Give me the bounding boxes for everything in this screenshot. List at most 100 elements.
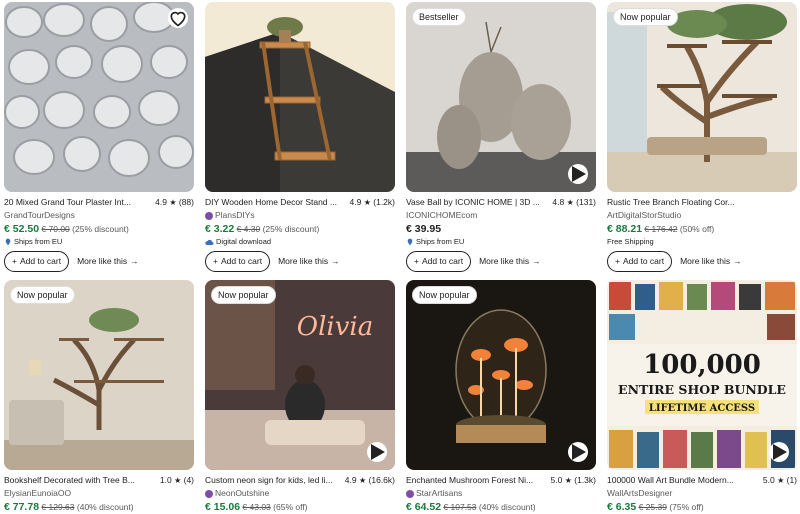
play-video-icon[interactable] xyxy=(769,442,789,462)
sale-price: € 52.50 xyxy=(4,223,40,235)
shop-name[interactable]: PlansDIYs xyxy=(205,209,395,222)
listing-image[interactable]: Bestseller xyxy=(406,2,596,192)
listing-title[interactable]: Vase Ball by ICONIC HOME | 3D ... xyxy=(406,196,540,209)
rating-value: 4.9 xyxy=(344,475,357,485)
arrow-right-icon: → xyxy=(130,256,139,266)
shop-name[interactable]: ElysianEunoiaOO xyxy=(4,487,194,500)
price: € 39.95 xyxy=(406,223,442,235)
plus-icon: + xyxy=(213,256,218,266)
digital-download-text: Digital download xyxy=(216,237,272,246)
sale-price: € 15.06 xyxy=(205,501,241,513)
listing-card[interactable]: DIY Wooden Home Decor Stand ... 4.9 ★ (1… xyxy=(205,2,395,272)
rating: 4.9 ★ (88) xyxy=(155,196,194,209)
shop-name[interactable]: ArtDigitalStorStudio xyxy=(607,209,797,222)
more-like-this-label: More like this xyxy=(680,256,731,266)
sale-price: € 64.52 xyxy=(406,501,442,513)
bestseller-badge: Bestseller xyxy=(412,8,466,26)
listing-title[interactable]: 100000 Wall Art Bundle Modern... xyxy=(607,474,734,487)
rating: 5.0 ★ (1.3k) xyxy=(551,474,596,487)
original-price: € 43.03 xyxy=(242,502,271,512)
shop-name[interactable]: WallArtsDesigner xyxy=(607,487,797,500)
listing-image[interactable]: Olivia Now popular xyxy=(205,280,395,470)
add-to-cart-label: Add to cart xyxy=(19,256,62,266)
add-to-cart-label: Add to cart xyxy=(220,256,263,266)
review-count: (16.6k) xyxy=(368,475,395,485)
review-count: (1.2k) xyxy=(373,197,395,207)
arrow-right-icon: → xyxy=(532,256,541,266)
play-video-icon[interactable] xyxy=(568,442,588,462)
listing-title[interactable]: Enchanted Mushroom Forest Ni... xyxy=(406,474,533,487)
title-row: Bookshelf Decorated with Tree B... 1.0 ★… xyxy=(4,474,194,487)
review-count: (131) xyxy=(576,197,596,207)
listing-title[interactable]: DIY Wooden Home Decor Stand ... xyxy=(205,196,337,209)
shop-name[interactable]: StarArtisans xyxy=(406,487,596,500)
shipping-text: Ships from EU xyxy=(416,237,465,246)
star-seller-icon xyxy=(205,211,213,220)
play-video-icon[interactable] xyxy=(568,164,588,184)
review-count: (4) xyxy=(183,475,194,485)
listing-card[interactable]: 20 Mixed Grand Tour Plaster Int... 4.9 ★… xyxy=(4,2,194,272)
rating: 4.9 ★ (16.6k) xyxy=(345,474,395,487)
add-to-cart-label: Add to cart xyxy=(622,256,665,266)
listing-image[interactable]: Now popular xyxy=(607,2,797,192)
star-icon: ★ xyxy=(566,198,574,207)
original-price: € 129.63 xyxy=(41,502,75,512)
sale-price: € 88.21 xyxy=(607,223,643,235)
listing-image[interactable]: Now popular xyxy=(406,280,596,470)
listing-title[interactable]: Bookshelf Decorated with Tree B... xyxy=(4,474,135,487)
price-row: € 15.06 € 43.03 (65% off) xyxy=(205,500,395,514)
price-row: € 39.95 xyxy=(406,222,596,236)
star-icon: ★ xyxy=(564,476,572,485)
add-to-cart-button[interactable]: + Add to cart xyxy=(607,250,673,272)
listing-card[interactable]: Olivia Now popular Custom neon sign for … xyxy=(205,280,395,514)
star-seller-icon xyxy=(205,489,213,498)
shipping-text: Ships from EU xyxy=(14,237,63,246)
listing-image[interactable]: Now popular xyxy=(4,280,194,470)
rating: 1.0 ★ (4) xyxy=(160,474,194,487)
plus-icon: + xyxy=(615,256,620,266)
more-like-this-link[interactable]: More like this → xyxy=(680,256,742,266)
shop-name[interactable]: GrandTourDesigns xyxy=(4,209,194,222)
shipping-note: Ships from EU xyxy=(406,236,596,248)
listing-card[interactable]: Now popular Rustic Tree Branch Floating … xyxy=(607,2,797,272)
add-to-cart-button[interactable]: + Add to cart xyxy=(406,250,472,272)
digital-download-note: Digital download xyxy=(205,236,395,248)
discount-label: (65% off) xyxy=(273,502,308,512)
more-like-this-link[interactable]: More like this → xyxy=(278,256,340,266)
listing-image[interactable] xyxy=(205,2,395,192)
play-video-icon[interactable] xyxy=(367,442,387,462)
rating-value: 1.0 xyxy=(159,475,172,485)
wooden-stand-image xyxy=(205,2,395,192)
plus-icon: + xyxy=(12,256,17,266)
listing-card[interactable]: Bestseller Vase Ball by ICONIC HOME | 3D… xyxy=(406,2,596,272)
listing-title[interactable]: Rustic Tree Branch Floating Cor... xyxy=(607,196,735,209)
shipping-note: Ships from EU xyxy=(4,236,194,248)
bookshelf-tree-image xyxy=(4,280,194,470)
card-actions: + Add to cart More like this → xyxy=(205,250,395,272)
free-shipping-note: Free Shipping xyxy=(607,237,654,246)
review-count: (1.3k) xyxy=(574,475,596,485)
add-to-cart-button[interactable]: + Add to cart xyxy=(205,250,271,272)
favorite-heart-icon[interactable] xyxy=(168,8,188,28)
add-to-cart-button[interactable]: + Add to cart xyxy=(4,250,70,272)
card-actions: + Add to cart More like this → xyxy=(406,250,596,272)
listing-image[interactable]: 100,000 ENTIRE SHOP BUNDLE LIFETIME ACCE… xyxy=(607,280,797,470)
more-like-this-link[interactable]: More like this → xyxy=(77,256,139,266)
listing-title[interactable]: Custom neon sign for kids, led li... xyxy=(205,474,333,487)
listing-card[interactable]: Now popular Bookshelf Decorated with Tre… xyxy=(4,280,194,514)
bundle-headline: 100,000 xyxy=(643,350,761,380)
rating-value: 5.0 xyxy=(762,475,775,485)
price-row: € 52.50 € 70.00 (25% discount) xyxy=(4,222,194,236)
tree-bookshelf-image xyxy=(607,2,797,192)
shop-name[interactable]: NeonOutshine xyxy=(205,487,395,500)
more-like-this-link[interactable]: More like this → xyxy=(479,256,541,266)
shop-name-text: NeonOutshine xyxy=(215,488,270,498)
bundle-subheadline: ENTIRE SHOP BUNDLE xyxy=(618,382,786,397)
shop-name[interactable]: ICONICHOMEcom xyxy=(406,209,596,222)
listing-image[interactable] xyxy=(4,2,194,192)
listing-card[interactable]: Now popular Enchanted Mushroom Forest Ni… xyxy=(406,280,596,514)
listing-card[interactable]: 100,000 ENTIRE SHOP BUNDLE LIFETIME ACCE… xyxy=(607,280,797,514)
sale-price: € 3.22 xyxy=(205,223,235,235)
listing-title[interactable]: 20 Mixed Grand Tour Plaster Int... xyxy=(4,196,131,209)
cloud-download-icon xyxy=(205,239,214,246)
